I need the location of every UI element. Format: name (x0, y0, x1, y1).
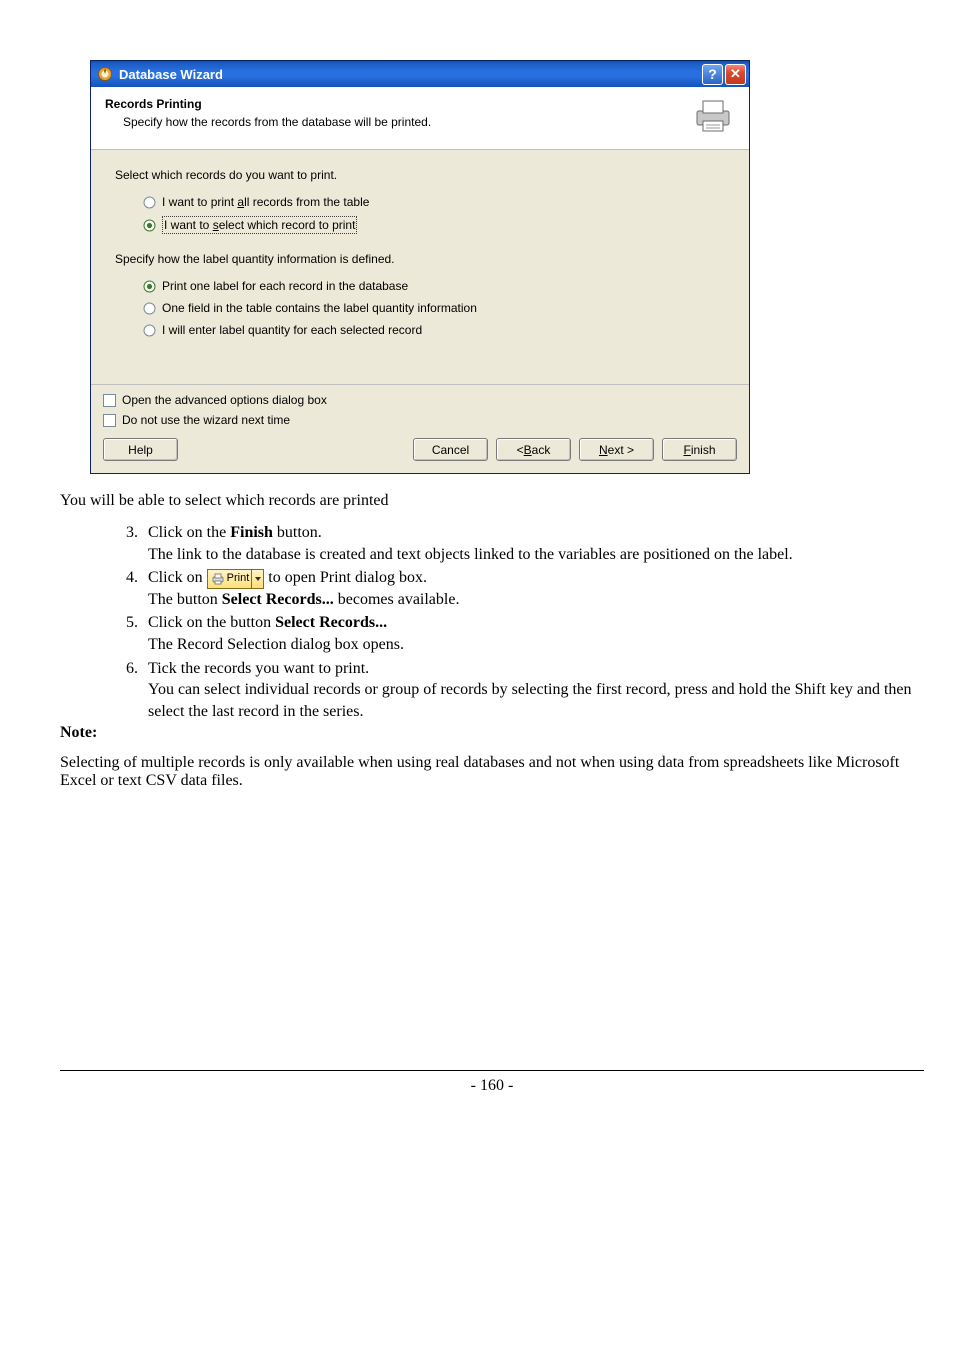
figure-caption: You will be able to select which records… (60, 492, 924, 510)
finish-button[interactable]: Finish (662, 438, 737, 461)
radio-unchecked-icon (143, 196, 156, 209)
back-button[interactable]: < Back (496, 438, 571, 461)
radio-select-which[interactable]: I want to select which record to print (143, 216, 725, 234)
checkbox-label: Open the advanced options dialog box (122, 393, 327, 408)
wizard-body: Select which records do you want to prin… (91, 150, 749, 384)
step-3: Click on the Finish button. The link to … (142, 522, 924, 565)
wizard-header-title: Records Printing (105, 97, 691, 111)
printer-icon (211, 572, 225, 586)
note-body: Selecting of multiple records is only av… (60, 754, 924, 790)
radio-label: Print one label for each record in the d… (162, 278, 408, 294)
chevron-down-icon[interactable] (251, 570, 263, 588)
close-icon[interactable]: ✕ (725, 64, 746, 85)
checkbox-unchecked-icon (103, 414, 116, 427)
radio-one-label-per-record[interactable]: Print one label for each record in the d… (143, 278, 725, 294)
page-rule (60, 1070, 924, 1071)
step-5: Click on the button Select Records... Th… (142, 612, 924, 655)
step-4: Click on Print to open Print dialog box.… (142, 567, 924, 610)
radio-unchecked-icon (143, 324, 156, 337)
database-wizard-dialog: Database Wizard ? ✕ Records Printing Spe… (90, 60, 750, 474)
section-label: Specify how the label quantity informati… (115, 252, 725, 266)
note-heading: Note: (60, 724, 924, 742)
wizard-header: Records Printing Specify how the records… (91, 87, 749, 150)
radio-enter-qty[interactable]: I will enter label quantity for each sel… (143, 322, 725, 338)
checkbox-unchecked-icon (103, 394, 116, 407)
next-button[interactable]: Next > (579, 438, 654, 461)
checkbox-label: Do not use the wizard next time (122, 413, 290, 428)
print-toolbar-button[interactable]: Print (207, 569, 265, 589)
radio-label: I will enter label quantity for each sel… (162, 322, 422, 338)
wizard-footer: Open the advanced options dialog box Do … (91, 384, 749, 473)
titlebar[interactable]: Database Wizard ? ✕ (91, 61, 749, 87)
radio-field-contains-qty[interactable]: One field in the table contains the labe… (143, 300, 725, 316)
print-button-label: Print (227, 571, 252, 586)
radio-label: One field in the table contains the labe… (162, 300, 477, 316)
wizard-icon (97, 66, 113, 82)
section-label: Select which records do you want to prin… (115, 168, 725, 182)
radio-label: I want to select which record to print (162, 216, 357, 234)
checkbox-advanced-options[interactable]: Open the advanced options dialog box (103, 393, 737, 408)
wizard-header-subtitle: Specify how the records from the databas… (123, 115, 691, 129)
help-button[interactable]: Help (103, 438, 178, 461)
radio-print-all[interactable]: I want to print all records from the tab… (143, 194, 725, 210)
step-6: Tick the records you want to print. You … (142, 658, 924, 723)
radio-checked-icon (143, 280, 156, 293)
radio-label: I want to print all records from the tab… (162, 194, 369, 210)
help-icon[interactable]: ? (702, 64, 723, 85)
printer-icon (691, 97, 735, 135)
radio-unchecked-icon (143, 302, 156, 315)
radio-checked-icon (143, 219, 156, 232)
titlebar-title: Database Wizard (119, 67, 223, 82)
checkbox-no-wizard[interactable]: Do not use the wizard next time (103, 413, 737, 428)
page-number: - 160 - (60, 1077, 924, 1095)
cancel-button[interactable]: Cancel (413, 438, 488, 461)
